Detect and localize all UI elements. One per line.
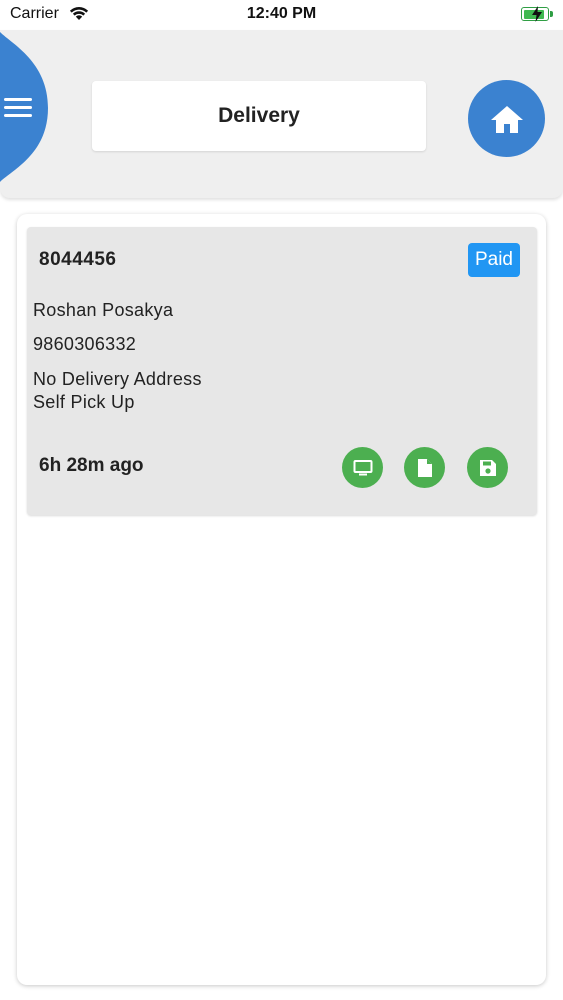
address-line-1: No Delivery Address bbox=[33, 369, 202, 389]
app-header: Delivery bbox=[0, 30, 563, 198]
monitor-icon bbox=[353, 459, 372, 475]
charging-bolt-icon bbox=[532, 6, 542, 22]
save-icon bbox=[479, 459, 496, 476]
page-title: Delivery bbox=[92, 81, 426, 151]
home-button[interactable] bbox=[468, 80, 545, 157]
invoice-button[interactable] bbox=[404, 447, 445, 488]
orders-panel: 8044456 Paid Roshan Posakya 9860306332 N… bbox=[17, 214, 546, 985]
address-line-2: Self Pick Up bbox=[33, 392, 135, 412]
order-time-ago: 6h 28m ago bbox=[39, 455, 144, 476]
customer-name: Roshan Posakya bbox=[33, 300, 174, 320]
order-card[interactable]: 8044456 Paid Roshan Posakya 9860306332 N… bbox=[27, 227, 537, 515]
status-bar: Carrier 12:40 PM bbox=[0, 0, 563, 30]
customer-phone: 9860306332 bbox=[33, 334, 137, 354]
view-order-button[interactable] bbox=[342, 447, 383, 488]
payment-status-badge: Paid bbox=[467, 243, 520, 277]
home-icon bbox=[490, 105, 523, 133]
delivery-address: No Delivery Address Self Pick Up bbox=[33, 368, 202, 414]
document-icon bbox=[417, 458, 432, 477]
order-id: 8044456 bbox=[39, 249, 117, 270]
hamburger-menu-icon[interactable] bbox=[4, 98, 32, 120]
save-order-button[interactable] bbox=[467, 447, 508, 488]
clock: 12:40 PM bbox=[246, 5, 317, 22]
